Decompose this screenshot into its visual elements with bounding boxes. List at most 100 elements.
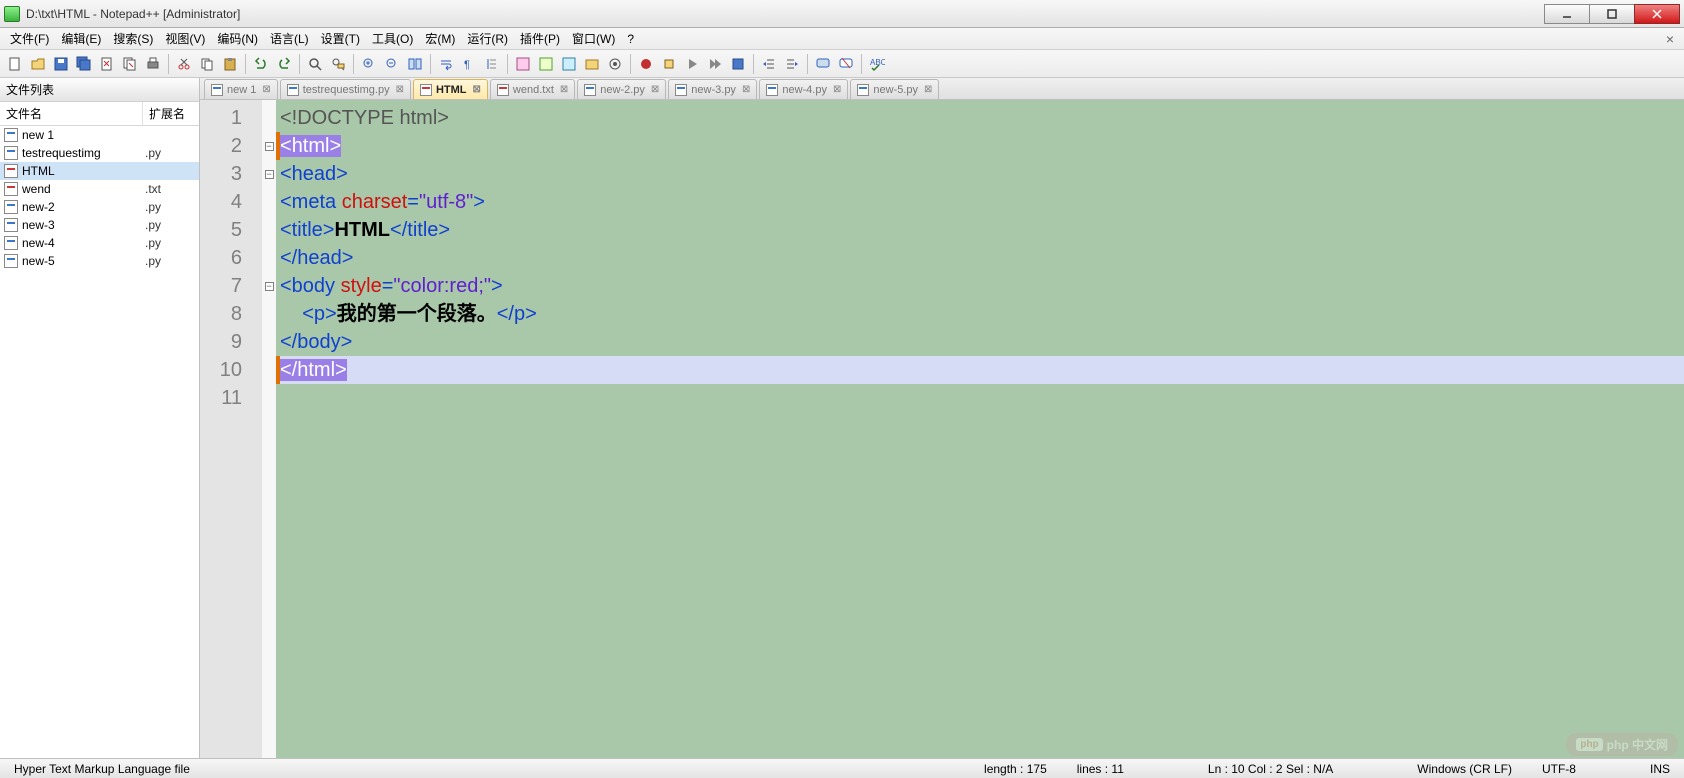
undo-icon[interactable] bbox=[250, 53, 272, 75]
minimize-button[interactable] bbox=[1544, 4, 1590, 24]
fold-minus-icon[interactable]: − bbox=[265, 170, 274, 179]
tab-close-icon[interactable]: ⊠ bbox=[833, 84, 841, 95]
tab-close-icon[interactable]: ⊠ bbox=[473, 84, 481, 95]
fold-cell[interactable]: − bbox=[262, 272, 276, 300]
menu-item[interactable]: 编辑(E) bbox=[55, 28, 107, 49]
file-row[interactable]: wend.txt bbox=[0, 180, 199, 198]
fold-cell[interactable] bbox=[262, 188, 276, 216]
save-icon[interactable] bbox=[50, 53, 72, 75]
menu-item[interactable]: 窗口(W) bbox=[566, 28, 621, 49]
code-line[interactable]: <p>我的第一个段落。</p> bbox=[276, 300, 1684, 328]
editor-tab[interactable]: new-3.py⊠ bbox=[668, 79, 757, 99]
copy-icon[interactable] bbox=[196, 53, 218, 75]
status-encoding[interactable]: UTF-8 bbox=[1534, 762, 1584, 776]
maximize-button[interactable] bbox=[1589, 4, 1635, 24]
status-eol[interactable]: Windows (CR LF) bbox=[1409, 762, 1520, 776]
file-row[interactable]: new-2.py bbox=[0, 198, 199, 216]
menu-item[interactable]: ? bbox=[621, 30, 640, 48]
function-list-icon[interactable] bbox=[558, 53, 580, 75]
record-macro-icon[interactable] bbox=[635, 53, 657, 75]
paste-icon[interactable] bbox=[219, 53, 241, 75]
outdent-icon[interactable] bbox=[758, 53, 780, 75]
menu-item[interactable]: 宏(M) bbox=[419, 28, 461, 49]
zoom-in-icon[interactable] bbox=[358, 53, 380, 75]
mdi-close-icon[interactable]: × bbox=[1660, 31, 1680, 47]
fold-cell[interactable] bbox=[262, 300, 276, 328]
editor-tab[interactable]: new 1⊠ bbox=[204, 79, 278, 99]
comment-icon[interactable] bbox=[812, 53, 834, 75]
zoom-out-icon[interactable] bbox=[381, 53, 403, 75]
menu-item[interactable]: 视图(V) bbox=[159, 28, 211, 49]
indent-guide-icon[interactable] bbox=[481, 53, 503, 75]
editor-tab[interactable]: wend.txt⊠ bbox=[490, 79, 575, 99]
folder-view-icon[interactable] bbox=[581, 53, 603, 75]
fold-minus-icon[interactable]: − bbox=[265, 142, 274, 151]
save-macro-icon[interactable] bbox=[727, 53, 749, 75]
fold-cell[interactable] bbox=[262, 356, 276, 384]
file-row[interactable]: new 1 bbox=[0, 126, 199, 144]
cut-icon[interactable] bbox=[173, 53, 195, 75]
close-button[interactable] bbox=[1634, 4, 1680, 24]
close-file-icon[interactable] bbox=[96, 53, 118, 75]
menu-item[interactable]: 工具(O) bbox=[366, 28, 419, 49]
fold-cell[interactable] bbox=[262, 328, 276, 356]
code-line[interactable]: <body style="color:red;"> bbox=[276, 272, 1684, 300]
menu-item[interactable]: 文件(F) bbox=[4, 28, 55, 49]
sync-scroll-icon[interactable] bbox=[404, 53, 426, 75]
code-line[interactable]: <meta charset="utf-8"> bbox=[276, 188, 1684, 216]
play-multi-icon[interactable] bbox=[704, 53, 726, 75]
code-line[interactable]: </body> bbox=[276, 328, 1684, 356]
code-line[interactable]: </html> bbox=[276, 356, 1684, 384]
file-row[interactable]: testrequestimg.py bbox=[0, 144, 199, 162]
fold-cell[interactable]: − bbox=[262, 132, 276, 160]
doc-list-icon[interactable] bbox=[535, 53, 557, 75]
print-icon[interactable] bbox=[142, 53, 164, 75]
code-line[interactable] bbox=[276, 384, 1684, 412]
monitor-icon[interactable] bbox=[604, 53, 626, 75]
code-area[interactable]: <!DOCTYPE html><html><head><meta charset… bbox=[276, 100, 1684, 758]
tab-close-icon[interactable]: ⊠ bbox=[742, 84, 750, 95]
menu-item[interactable]: 编码(N) bbox=[211, 28, 264, 49]
editor-tab[interactable]: testrequestimg.py⊠ bbox=[280, 79, 411, 99]
save-all-icon[interactable] bbox=[73, 53, 95, 75]
editor-tab[interactable]: new-5.py⊠ bbox=[850, 79, 939, 99]
close-all-icon[interactable] bbox=[119, 53, 141, 75]
tab-close-icon[interactable]: ⊠ bbox=[560, 84, 568, 95]
tab-close-icon[interactable]: ⊠ bbox=[262, 84, 270, 95]
redo-icon[interactable] bbox=[273, 53, 295, 75]
show-all-chars-icon[interactable]: ¶ bbox=[458, 53, 480, 75]
tab-close-icon[interactable]: ⊠ bbox=[651, 84, 659, 95]
menu-item[interactable]: 搜索(S) bbox=[107, 28, 159, 49]
editor-tab[interactable]: new-2.py⊠ bbox=[577, 79, 666, 99]
editor[interactable]: 1234567891011 −−− <!DOCTYPE html><html><… bbox=[200, 100, 1684, 758]
menu-item[interactable]: 运行(R) bbox=[461, 28, 514, 49]
fold-cell[interactable] bbox=[262, 384, 276, 412]
col-filename[interactable]: 文件名 bbox=[0, 102, 143, 125]
file-row[interactable]: new-3.py bbox=[0, 216, 199, 234]
file-row[interactable]: new-4.py bbox=[0, 234, 199, 252]
file-row[interactable]: HTML bbox=[0, 162, 199, 180]
code-line[interactable]: <title>HTML</title> bbox=[276, 216, 1684, 244]
editor-tab[interactable]: HTML⊠ bbox=[413, 79, 488, 99]
replace-icon[interactable] bbox=[327, 53, 349, 75]
doc-map-icon[interactable] bbox=[512, 53, 534, 75]
status-insert-mode[interactable]: INS bbox=[1642, 762, 1678, 776]
file-row[interactable]: new-5.py bbox=[0, 252, 199, 270]
fold-cell[interactable] bbox=[262, 104, 276, 132]
play-macro-icon[interactable] bbox=[681, 53, 703, 75]
uncomment-icon[interactable] bbox=[835, 53, 857, 75]
wordwrap-icon[interactable] bbox=[435, 53, 457, 75]
fold-cell[interactable]: − bbox=[262, 160, 276, 188]
open-file-icon[interactable] bbox=[27, 53, 49, 75]
tab-close-icon[interactable]: ⊠ bbox=[924, 84, 932, 95]
menu-item[interactable]: 设置(T) bbox=[315, 28, 366, 49]
col-ext[interactable]: 扩展名 bbox=[143, 102, 199, 125]
menu-item[interactable]: 插件(P) bbox=[514, 28, 566, 49]
code-line[interactable]: <html> bbox=[276, 132, 1684, 160]
editor-tab[interactable]: new-4.py⊠ bbox=[759, 79, 848, 99]
code-line[interactable]: </head> bbox=[276, 244, 1684, 272]
menu-item[interactable]: 语言(L) bbox=[264, 28, 315, 49]
fold-minus-icon[interactable]: − bbox=[265, 282, 274, 291]
spellcheck-icon[interactable]: ABC bbox=[866, 53, 888, 75]
code-line[interactable]: <head> bbox=[276, 160, 1684, 188]
